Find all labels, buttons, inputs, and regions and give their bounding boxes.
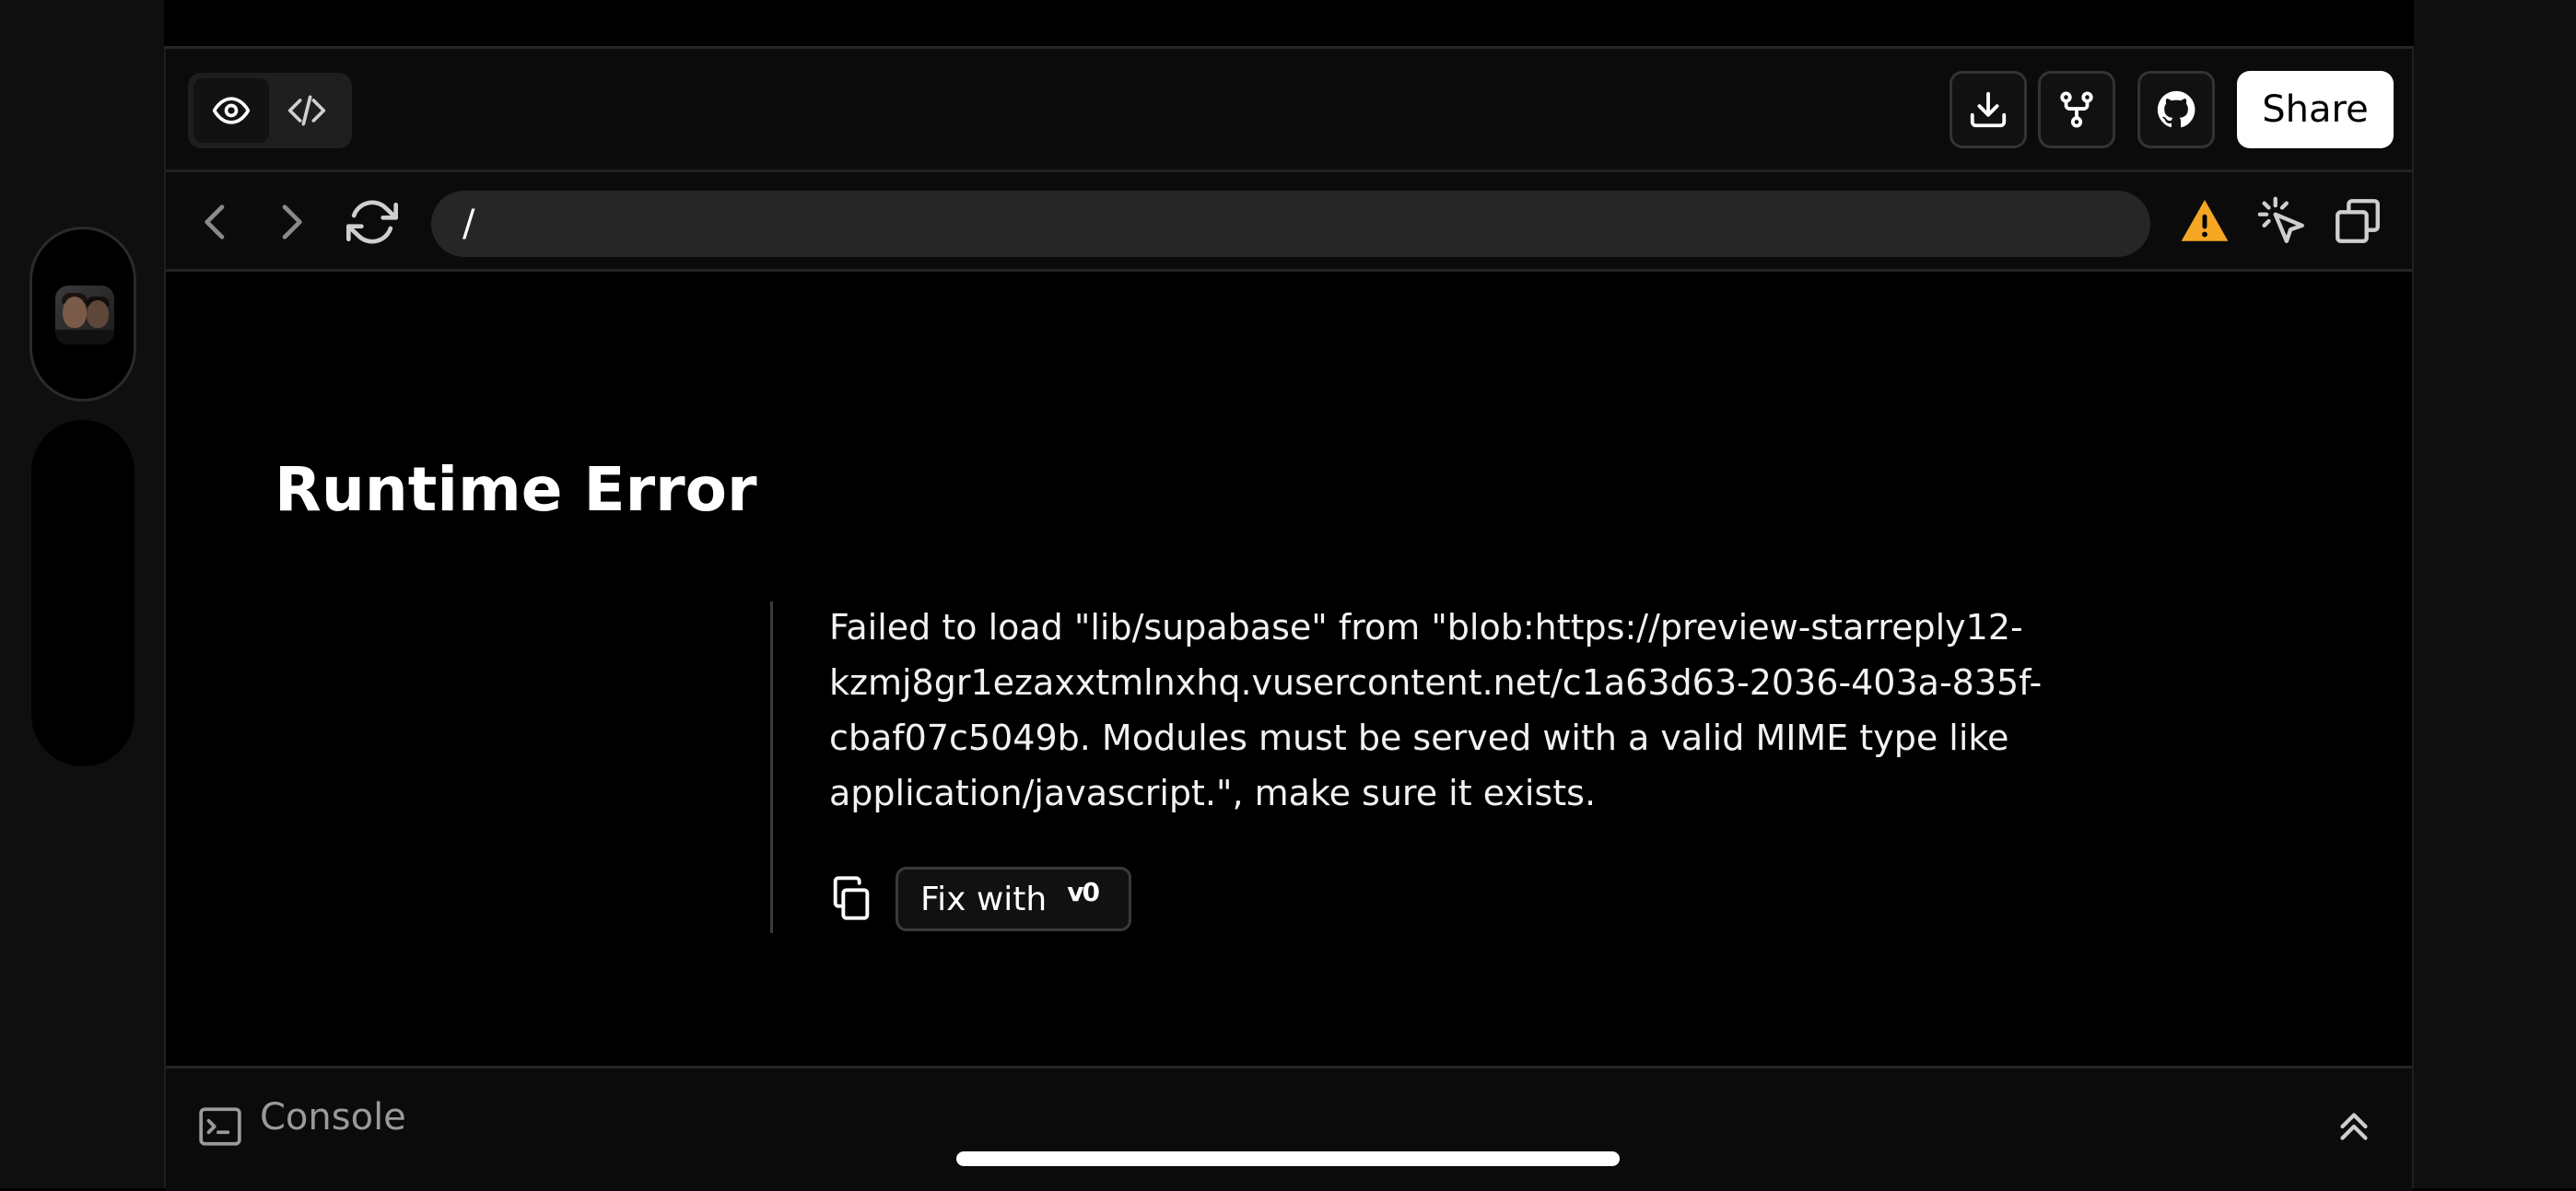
chevron-right-icon[interactable] [265, 196, 317, 248]
code-icon [287, 95, 326, 126]
right-rail [2414, 0, 2576, 1188]
refresh-icon[interactable] [346, 196, 398, 248]
share-button[interactable]: Share [2237, 71, 2394, 148]
console-label: Console [260, 1096, 406, 1138]
rail-panel [31, 420, 135, 766]
address-bar: / [166, 172, 2412, 272]
download-button[interactable] [1950, 71, 2027, 148]
console-bar[interactable]: Console [166, 1066, 2412, 1191]
code-tab[interactable] [269, 78, 345, 143]
left-rail [0, 0, 164, 1188]
home-indicator [956, 1151, 1620, 1166]
avatar [55, 286, 114, 344]
warning-icon[interactable] [2178, 194, 2231, 248]
cursor-select-icon[interactable] [2255, 194, 2309, 248]
github-icon [2157, 90, 2195, 128]
eye-icon [212, 97, 251, 124]
fork-button[interactable] [2038, 71, 2115, 148]
preview-tab[interactable] [193, 78, 269, 143]
terminal-icon [199, 1107, 241, 1146]
chevron-left-icon[interactable] [190, 196, 241, 248]
download-icon [1970, 91, 2007, 128]
fix-with-v0-button[interactable]: Fix with v0 [896, 867, 1131, 931]
github-button[interactable] [2137, 71, 2215, 148]
fix-label: Fix with [920, 880, 1048, 918]
copy-window-icon[interactable] [2331, 194, 2384, 248]
v0-logo: v0 [1067, 876, 1100, 907]
view-toggle [188, 73, 352, 148]
avatar-button[interactable] [29, 227, 136, 402]
error-title: Runtime Error [275, 454, 757, 525]
preview-window: Share / Runtime Error Failed to load "li… [164, 46, 2414, 1191]
chevrons-up-icon[interactable] [2331, 1103, 2377, 1150]
copy-icon[interactable] [827, 874, 875, 922]
error-divider [770, 601, 773, 933]
toolbar: Share [166, 49, 2412, 172]
fork-icon [2060, 91, 2093, 128]
error-message: Failed to load "lib/supabase" from "blob… [829, 607, 2043, 813]
url-input[interactable]: / [431, 191, 2150, 257]
